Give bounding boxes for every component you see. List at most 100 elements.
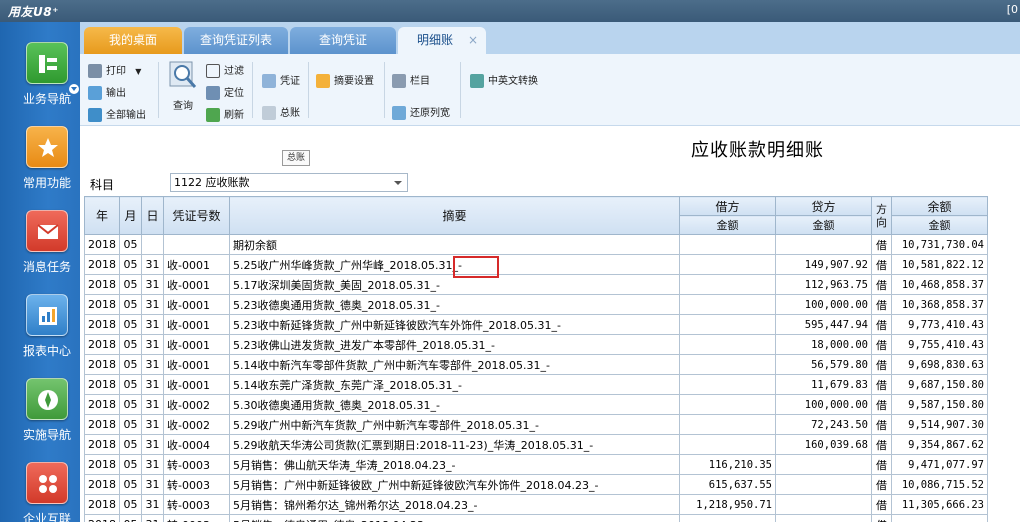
restore-width-button[interactable]: 还原列宽	[392, 104, 450, 120]
header-debit-amount[interactable]: 金额	[679, 215, 776, 235]
cell-voucher-no: 转-0003	[163, 474, 230, 495]
cell-voucher-no: 收-0001	[163, 274, 230, 295]
header-year[interactable]: 年	[84, 196, 120, 235]
header-summary[interactable]: 摘要	[229, 196, 680, 235]
sidebar-item-enterprise-connect[interactable]: 企业互联	[0, 462, 80, 522]
cell-year: 2018	[84, 314, 120, 335]
columns-icon	[392, 74, 406, 88]
header-month[interactable]: 月	[119, 196, 142, 235]
filter-button[interactable]: 过滤	[206, 62, 244, 78]
sidebar-item-report-center[interactable]: 报表中心	[0, 294, 80, 374]
tab-bar: 我的桌面 查询凭证列表 查询凭证 明细账 ×	[80, 22, 1020, 54]
cn-en-toggle-button[interactable]: 中英文转换	[470, 72, 538, 88]
table-row[interactable]: 2018 05 31 收-0002 5.29收广州中新汽车货款_广州中新汽车零部件_20…	[84, 414, 988, 435]
cell-day: 31	[141, 314, 164, 335]
cell-year: 2018	[84, 474, 120, 495]
refresh-button[interactable]: 刷新	[206, 106, 244, 122]
header-debit[interactable]: 借方	[679, 196, 776, 216]
cell-year: 2018	[84, 494, 120, 515]
cell-day: 31	[141, 334, 164, 355]
cell-summary: 期初余额	[229, 234, 680, 255]
cell-month: 05	[119, 394, 142, 415]
cell-day: 31	[141, 274, 164, 295]
subject-select[interactable]: 1122 应收账款	[170, 173, 408, 192]
cell-balance: 9,514,907.30	[891, 414, 988, 435]
table-row[interactable]: 2018 05 31 收-0001 5.23收中新延锋货款_广州中新延锋彼欧汽车外饰件_…	[84, 314, 988, 335]
sidebar-item-implementation-nav[interactable]: 实施导航	[0, 378, 80, 458]
table-row[interactable]: 2018 05 31 收-0001 5.23收德奥通用货款_德奥_2018.05.31_…	[84, 294, 988, 315]
cell-day: 31	[141, 294, 164, 315]
cell-balance: 10,581,822.12	[891, 254, 988, 275]
cell-balance: 10,731,730.04	[891, 234, 988, 255]
cell-debit	[679, 314, 776, 335]
compass-icon	[26, 378, 68, 420]
table-row[interactable]: 2018 05 31 收-0001 5.25收广州华峰货款_广州华峰_2018.05.3…	[84, 254, 988, 275]
summary-setting-button[interactable]: 摘要设置	[316, 72, 374, 88]
cell-month: 05	[119, 314, 142, 335]
sidebar-item-common-functions[interactable]: 常用功能	[0, 126, 80, 206]
tab-my-desktop[interactable]: 我的桌面	[84, 27, 182, 54]
locate-button[interactable]: 定位	[206, 84, 244, 100]
export-all-icon	[88, 108, 102, 122]
cell-day: 31	[141, 514, 164, 522]
cell-voucher-no: 收-0001	[163, 294, 230, 315]
table-row[interactable]: 2018 05 31 收-0001 5.14收中新汽车零部件货款_广州中新汽车零部件_2…	[84, 354, 988, 375]
close-icon[interactable]: ×	[468, 27, 478, 54]
table-row[interactable]: 2018 05 31 收-0001 5.17收深圳美固货款_美固_2018.05.31_…	[84, 274, 988, 295]
header-voucher-no[interactable]: 凭证号数	[163, 196, 230, 235]
header-credit[interactable]: 贷方	[775, 196, 872, 216]
query-button[interactable]: 查询	[166, 60, 200, 116]
sidebar-item-messages[interactable]: 消息任务	[0, 210, 80, 290]
cell-balance: 10,368,858.37	[891, 294, 988, 315]
window-corner-text: [0	[1006, 3, 1018, 16]
star-icon	[26, 126, 68, 168]
table-row[interactable]: 2018 05 31 收-0001 5.14收东莞广泽货款_东莞广泽_2018.05.3…	[84, 374, 988, 395]
header-day[interactable]: 日	[141, 196, 164, 235]
table-row[interactable]: 2018 05 31 收-0002 5.30收德奥通用货款_德奥_2018.05.31_…	[84, 394, 988, 415]
header-direction[interactable]: 方向	[871, 196, 892, 235]
cell-direction: 借	[871, 414, 892, 435]
table-row[interactable]: 2018 05 期初余额 借 10,731,730.04	[84, 234, 988, 255]
header-credit-amount[interactable]: 金额	[775, 215, 872, 235]
general-ledger-button[interactable]: 总账	[262, 104, 300, 120]
cell-debit	[679, 294, 776, 315]
table-row[interactable]: 2018 05 31 转-0003 5月销售：佛山航天华涛_华涛_2018.04.23_…	[84, 454, 988, 475]
cell-day: 31	[141, 474, 164, 495]
table-row[interactable]: 20180531转-00035月销售：德奥通用_德奥_2018.04.23_- 借	[84, 514, 988, 522]
all-output-button[interactable]: 全部输出	[88, 106, 146, 122]
chevron-down-icon[interactable]: ▼	[135, 67, 141, 76]
cell-direction: 借	[871, 354, 892, 375]
tab-detail-ledger[interactable]: 明细账 ×	[398, 27, 486, 54]
export-icon	[88, 86, 102, 100]
cell-year: 2018	[84, 434, 120, 455]
voucher-icon	[262, 74, 276, 88]
tab-voucher-list[interactable]: 查询凭证列表	[184, 27, 288, 54]
table-row[interactable]: 2018 05 31 收-0001 5.23收佛山进发货款_进发广本零部件_2018.0…	[84, 334, 988, 355]
cell-balance: 9,687,150.80	[891, 374, 988, 395]
tab-query-voucher[interactable]: 查询凭证	[290, 27, 396, 54]
header-balance[interactable]: 余额	[891, 196, 988, 216]
cell-debit	[679, 334, 776, 355]
sidebar-item-business-nav[interactable]: 业务导航	[0, 42, 80, 122]
table-row[interactable]: 2018 05 31 转-0003 5月销售：广州中新延锋彼欧_广州中新延锋彼欧汽车外饰…	[84, 474, 988, 495]
cell-summary: 5.23收中新延锋货款_广州中新延锋彼欧汽车外饰件_2018.05.31_-	[229, 314, 680, 335]
cell-summary: 5.29收广州中新汽车货款_广州中新汽车零部件_2018.05.31_-	[229, 414, 680, 435]
cell-debit	[679, 254, 776, 275]
chevron-down-icon[interactable]	[394, 181, 402, 185]
columns-button[interactable]: 栏目	[392, 72, 430, 88]
cell-balance: 11,305,666.23	[891, 494, 988, 515]
cell-credit: 149,907.92	[775, 254, 872, 275]
header-balance-amount[interactable]: 金额	[891, 215, 988, 235]
cell-credit: 100,000.00	[775, 294, 872, 315]
cell-month: 05	[119, 494, 142, 515]
report-icon	[26, 294, 68, 336]
toolbar: 打印 ▼ 输出 全部输出 查询 过滤 定位 刷新 凭证 总账 摘要设置 栏目 还…	[80, 54, 1020, 126]
cell-voucher-no: 收-0002	[163, 394, 230, 415]
voucher-button[interactable]: 凭证	[262, 72, 300, 88]
output-button[interactable]: 输出	[88, 84, 126, 100]
table-row[interactable]: 2018 05 31 收-0004 5.29收航天华涛公司货款(汇票到期日:2018-1…	[84, 434, 988, 455]
cell-debit: 1,218,950.71	[679, 494, 776, 515]
cell-year: 2018	[84, 274, 120, 295]
print-button[interactable]: 打印 ▼	[88, 62, 141, 78]
table-row[interactable]: 2018 05 31 转-0003 5月销售：锦州希尔达_锦州希尔达_2018.04.2…	[84, 494, 988, 515]
